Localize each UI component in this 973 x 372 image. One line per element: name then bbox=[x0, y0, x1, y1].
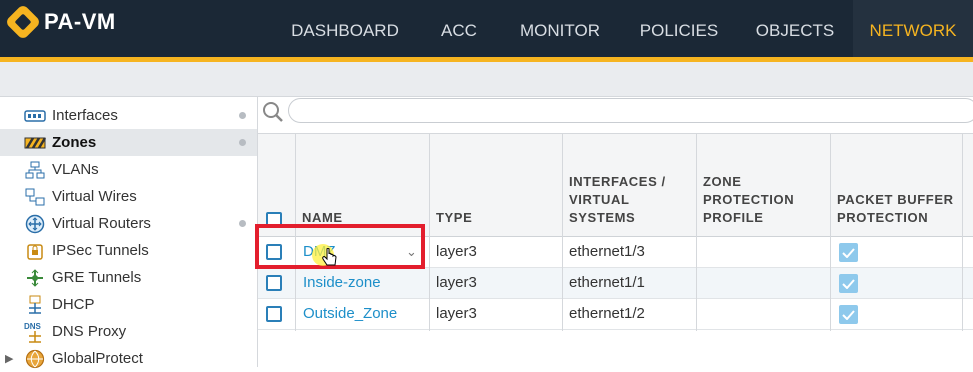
sidebar-item-vlans[interactable]: VLANs bbox=[0, 156, 257, 183]
packet-buffer-checked-icon bbox=[839, 243, 858, 262]
interfaces-icon bbox=[24, 107, 46, 125]
zone-type: layer3 bbox=[436, 243, 477, 260]
sidebar-item-dhcp[interactable]: DHCP bbox=[0, 291, 257, 318]
dhcp-icon bbox=[24, 295, 46, 314]
tab-monitor[interactable]: MONITOR bbox=[508, 0, 612, 57]
ipsec-tunnels-icon bbox=[24, 242, 46, 260]
column-header-next[interactable] bbox=[962, 134, 973, 237]
sidebar-item-ipsec-tunnels[interactable]: IPSec Tunnels bbox=[0, 237, 257, 264]
zone-interfaces: ethernet1/3 bbox=[569, 243, 645, 260]
sidebar-item-label: Virtual Wires bbox=[52, 188, 137, 205]
status-dot bbox=[239, 112, 246, 119]
sidebar-item-virtual-wires[interactable]: Virtual Wires bbox=[0, 183, 257, 210]
column-header-type[interactable]: TYPE bbox=[429, 134, 562, 237]
sidebar-item-interfaces[interactable]: Interfaces bbox=[0, 102, 257, 129]
zones-icon bbox=[24, 134, 46, 152]
row-checkbox[interactable] bbox=[266, 306, 282, 322]
globalprotect-icon bbox=[24, 349, 46, 368]
sidebar-item-globalprotect[interactable]: ▶ GlobalProtect bbox=[0, 345, 257, 372]
app-logo: PA-VM bbox=[4, 3, 116, 41]
column-divider bbox=[830, 134, 831, 331]
sidebar-item-label: GlobalProtect bbox=[52, 350, 143, 367]
column-divider bbox=[562, 134, 563, 331]
column-header-label: PACKET BUFFER PROTECTION bbox=[837, 192, 954, 225]
vlans-icon bbox=[24, 161, 46, 179]
app-name: PA-VM bbox=[44, 9, 116, 34]
header-select-cell bbox=[258, 134, 295, 237]
column-header-packet-buffer-protection[interactable]: PACKET BUFFER PROTECTION bbox=[830, 134, 962, 237]
zone-interfaces: ethernet1/2 bbox=[569, 305, 645, 322]
sidebar-item-label: Virtual Routers bbox=[52, 215, 151, 232]
zone-interfaces: ethernet1/1 bbox=[569, 274, 645, 291]
row-checkbox[interactable] bbox=[266, 275, 282, 291]
sidebar-item-label: Interfaces bbox=[52, 107, 118, 124]
top-nav-bar: PA-VM DASHBOARD ACC MONITOR POLICIES OBJ… bbox=[0, 0, 973, 57]
column-header-label: INTERFACES / VIRTUAL SYSTEMS bbox=[569, 174, 666, 225]
highlight-annotation-box bbox=[255, 224, 425, 269]
tab-acc[interactable]: ACC bbox=[425, 0, 493, 57]
sidebar: Interfaces Zones VLANs Virtual Wires Vir… bbox=[0, 97, 258, 368]
sidebar-item-label: IPSec Tunnels bbox=[52, 242, 149, 259]
zone-name-link[interactable]: Inside-zone bbox=[303, 268, 381, 298]
sidebar-item-zones[interactable]: Zones bbox=[0, 129, 257, 156]
zone-name-link[interactable]: Outside_Zone bbox=[303, 299, 397, 329]
zone-type: layer3 bbox=[436, 305, 477, 322]
table-row[interactable]: Inside-zone layer3 ethernet1/1 bbox=[258, 268, 973, 299]
sidebar-item-label: DNS Proxy bbox=[52, 323, 127, 340]
column-divider bbox=[696, 134, 697, 331]
column-header-label: ZONE PROTECTION PROFILE bbox=[703, 174, 795, 225]
sidebar-item-dns-proxy[interactable]: DNS DNS Proxy bbox=[0, 318, 257, 345]
search-input[interactable] bbox=[288, 98, 973, 123]
status-dot bbox=[239, 139, 246, 146]
sidebar-item-label: VLANs bbox=[52, 161, 99, 178]
hand-cursor-icon bbox=[322, 247, 338, 273]
sidebar-item-virtual-routers[interactable]: Virtual Routers bbox=[0, 210, 257, 237]
toolbar-band bbox=[0, 62, 973, 97]
virtual-wires-icon bbox=[24, 188, 46, 206]
tab-dashboard[interactable]: DASHBOARD bbox=[280, 0, 410, 57]
sidebar-item-gre-tunnels[interactable]: GRE Tunnels bbox=[0, 264, 257, 291]
sidebar-item-label: DHCP bbox=[52, 296, 95, 313]
virtual-routers-icon bbox=[24, 214, 46, 233]
column-header-name[interactable]: NAME bbox=[295, 134, 429, 237]
tab-network[interactable]: NETWORK bbox=[853, 0, 973, 57]
column-divider bbox=[429, 134, 430, 331]
svg-text:DNS: DNS bbox=[24, 322, 42, 331]
dns-proxy-icon: DNS bbox=[24, 322, 46, 343]
packet-buffer-checked-icon bbox=[839, 274, 858, 293]
packet-buffer-checked-icon bbox=[839, 305, 858, 324]
search-icon[interactable] bbox=[262, 101, 284, 123]
gre-tunnels-icon bbox=[24, 268, 46, 287]
table-row[interactable]: Outside_Zone layer3 ethernet1/2 bbox=[258, 299, 973, 330]
column-header-label: TYPE bbox=[436, 210, 473, 225]
sidebar-item-label: Zones bbox=[52, 134, 97, 151]
column-header-interfaces[interactable]: INTERFACES / VIRTUAL SYSTEMS bbox=[562, 134, 696, 237]
zone-type: layer3 bbox=[436, 274, 477, 291]
status-dot bbox=[239, 220, 246, 227]
sidebar-item-label: GRE Tunnels bbox=[52, 269, 142, 286]
expand-arrow-icon[interactable]: ▶ bbox=[5, 352, 13, 365]
logo-mark-icon bbox=[4, 3, 42, 41]
tab-policies[interactable]: POLICIES bbox=[630, 0, 728, 57]
column-header-zone-protection-profile[interactable]: ZONE PROTECTION PROFILE bbox=[696, 134, 830, 237]
tab-objects[interactable]: OBJECTS bbox=[745, 0, 845, 57]
column-divider bbox=[962, 134, 963, 331]
